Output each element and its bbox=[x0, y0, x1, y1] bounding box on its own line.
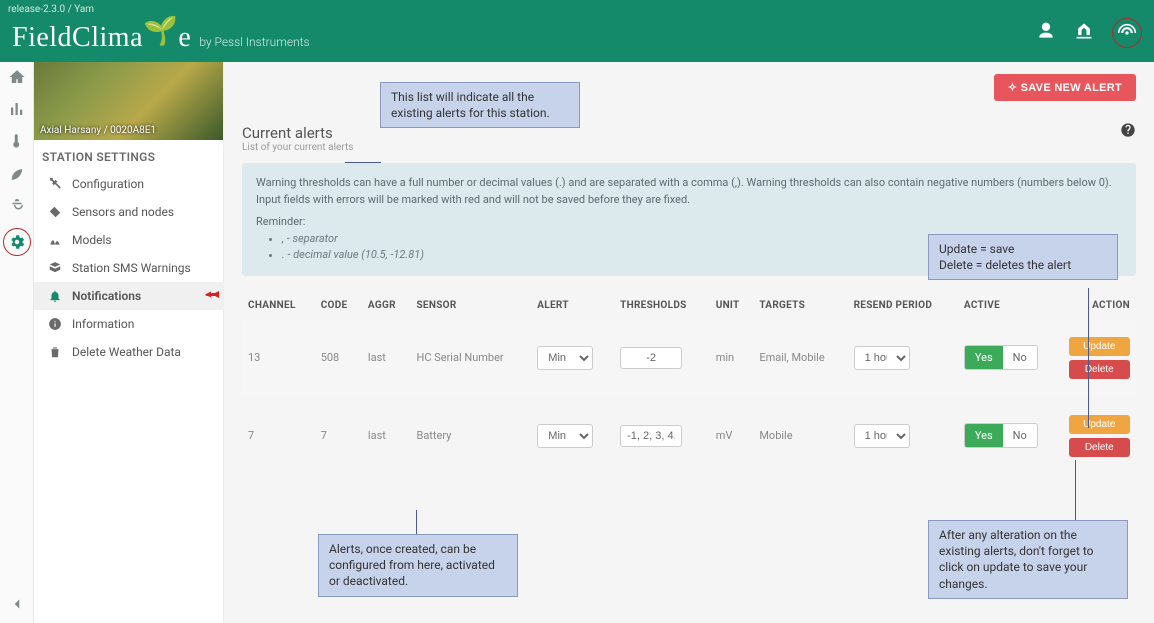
broadcast-icon-circled[interactable] bbox=[1112, 18, 1142, 48]
current-alerts-title: Current alerts bbox=[242, 124, 353, 142]
topbar: release-2.3.0 / Yam FieldClima🌱e by Pess… bbox=[0, 0, 1154, 62]
th-alert: ALERT bbox=[531, 292, 614, 319]
leaf-icon[interactable] bbox=[8, 164, 26, 182]
current-alerts-subtitle: List of your current alerts bbox=[242, 142, 353, 153]
active-toggle[interactable]: YesNo bbox=[964, 345, 1038, 370]
help-icon[interactable] bbox=[1120, 122, 1136, 138]
gear-icon-circled[interactable] bbox=[3, 228, 31, 256]
annotation-connector bbox=[416, 510, 417, 534]
cell-unit: min bbox=[710, 319, 754, 397]
chart-icon[interactable] bbox=[8, 100, 26, 118]
annotation-connector bbox=[1075, 460, 1076, 520]
thresholds-input[interactable] bbox=[620, 347, 682, 369]
th-code: CODE bbox=[315, 292, 362, 319]
bug-icon[interactable] bbox=[8, 196, 26, 214]
reminder-label: Reminder: bbox=[256, 214, 1122, 231]
cell-sensor: HC Serial Number bbox=[410, 319, 531, 397]
resend-select[interactable]: 1 hour bbox=[854, 424, 910, 448]
annotation-connector bbox=[345, 162, 381, 163]
cell-code: 508 bbox=[315, 319, 362, 397]
th-sensor: SENSOR bbox=[410, 292, 531, 319]
thermometer-icon[interactable] bbox=[8, 132, 26, 150]
active-toggle[interactable]: YesNo bbox=[964, 423, 1038, 448]
menu-models[interactable]: Models bbox=[34, 226, 223, 254]
th-thresholds: THRESHOLDS bbox=[614, 292, 710, 319]
brand: FieldClima🌱e by Pessl Instruments bbox=[12, 20, 310, 62]
menu-label: Sensors and nodes bbox=[72, 205, 174, 219]
menu-delete-weather[interactable]: Delete Weather Data bbox=[34, 338, 223, 366]
warning-line1: Warning thresholds can have a full numbe… bbox=[256, 175, 1122, 192]
cell-channel: 7 bbox=[242, 397, 315, 475]
farm-icon[interactable] bbox=[1074, 21, 1094, 45]
menu-label: Delete Weather Data bbox=[72, 345, 181, 359]
menu-label: Information bbox=[72, 317, 134, 331]
cell-aggr: last bbox=[362, 397, 411, 475]
home-icon[interactable] bbox=[8, 68, 26, 86]
menu-label: Models bbox=[72, 233, 112, 247]
resend-select[interactable]: 1 hour bbox=[854, 346, 910, 370]
cell-code: 7 bbox=[315, 397, 362, 475]
th-unit: UNIT bbox=[710, 292, 754, 319]
toggle-no[interactable]: No bbox=[1003, 346, 1037, 369]
table-row: 13 508 last HC Serial Number Min min Ema… bbox=[242, 319, 1136, 397]
menu-information[interactable]: Information bbox=[34, 310, 223, 338]
menu-label: Notifications bbox=[72, 289, 141, 303]
save-new-alert-button[interactable]: ✧ SAVE NEW ALERT bbox=[994, 74, 1136, 101]
cell-targets: Mobile bbox=[753, 397, 847, 475]
cell-channel: 13 bbox=[242, 319, 315, 397]
collapse-icon[interactable] bbox=[8, 595, 26, 613]
station-photo: Axial Harsany / 0020A8E1 bbox=[34, 62, 223, 140]
annotation-configure: Alerts, once created, can be configured … bbox=[318, 534, 518, 597]
menu-label: Station SMS Warnings bbox=[72, 261, 191, 275]
warning-line2: Input fields with errors will be marked … bbox=[256, 192, 1122, 209]
alert-select[interactable]: Min bbox=[537, 424, 593, 448]
annotation-connector bbox=[1088, 288, 1089, 428]
cell-targets: Email, Mobile bbox=[753, 319, 847, 397]
update-button[interactable]: Update bbox=[1069, 337, 1130, 356]
th-targets: TARGETS bbox=[753, 292, 847, 319]
left-rail bbox=[0, 62, 34, 623]
update-button[interactable]: Update bbox=[1069, 415, 1130, 434]
cell-unit: mV bbox=[710, 397, 754, 475]
alerts-table: CHANNEL CODE AGGR SENSOR ALERT THRESHOLD… bbox=[242, 292, 1136, 475]
settings-menu: Configuration Sensors and nodes Models S… bbox=[34, 170, 223, 366]
release-label: release-2.3.0 / Yam bbox=[8, 4, 94, 15]
thresholds-input[interactable] bbox=[620, 425, 682, 447]
table-row: 7 7 last Battery Min mV Mobile 1 hour Ye… bbox=[242, 397, 1136, 475]
annotation-save-reminder: After any alteration on the existing ale… bbox=[928, 520, 1128, 599]
th-aggr: AGGR bbox=[362, 292, 411, 319]
annotation-update-delete: Update = save Delete = deletes the alert bbox=[928, 234, 1118, 280]
station-name: Axial Harsany / 0020A8E1 bbox=[40, 125, 156, 136]
menu-sensors[interactable]: Sensors and nodes bbox=[34, 198, 223, 226]
menu-sms[interactable]: Station SMS Warnings bbox=[34, 254, 223, 282]
cell-sensor: Battery bbox=[410, 397, 531, 475]
brand-logo: FieldClima🌱e bbox=[12, 20, 191, 54]
toggle-yes[interactable]: Yes bbox=[965, 424, 1003, 447]
th-channel: CHANNEL bbox=[242, 292, 315, 319]
th-action: ACTION bbox=[1063, 292, 1136, 319]
brand-byline: by Pessl Instruments bbox=[199, 35, 309, 49]
station-settings-title: STATION SETTINGS bbox=[34, 140, 223, 170]
sidebar: Axial Harsany / 0020A8E1 STATION SETTING… bbox=[34, 62, 224, 623]
menu-notifications[interactable]: Notifications bbox=[34, 282, 223, 310]
menu-configuration[interactable]: Configuration bbox=[34, 170, 223, 198]
delete-button[interactable]: Delete bbox=[1069, 360, 1130, 379]
th-active: ACTIVE bbox=[958, 292, 1063, 319]
menu-label: Configuration bbox=[72, 177, 144, 191]
red-arrow-icon bbox=[205, 288, 219, 305]
alert-select[interactable]: Min bbox=[537, 346, 593, 370]
delete-button[interactable]: Delete bbox=[1069, 438, 1130, 457]
annotation-list-info: This list will indicate all the existing… bbox=[380, 82, 580, 128]
user-icon[interactable] bbox=[1036, 21, 1056, 45]
toggle-no[interactable]: No bbox=[1003, 424, 1037, 447]
th-resend: RESEND PERIOD bbox=[848, 292, 958, 319]
toggle-yes[interactable]: Yes bbox=[965, 346, 1003, 369]
cell-aggr: last bbox=[362, 319, 411, 397]
